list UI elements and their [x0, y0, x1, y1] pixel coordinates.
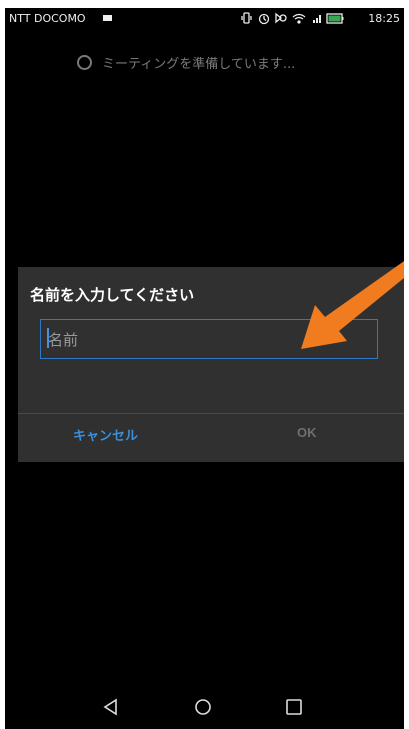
clock: 18:25: [368, 12, 400, 25]
status-icons: [241, 12, 344, 25]
cancel-button[interactable]: キャンセル: [73, 425, 138, 444]
home-icon[interactable]: [193, 697, 213, 717]
phone-screen: NTT DOCOMO 18:25 ミーティングを準備しています... 名前を入力…: [5, 8, 404, 729]
status-bar: NTT DOCOMO 18:25: [5, 8, 404, 28]
back-icon[interactable]: [101, 697, 121, 717]
loading-text: ミーティングを準備しています...: [102, 57, 296, 72]
text-caret: [47, 328, 49, 348]
dialog-title: 名前を入力してください: [30, 286, 195, 304]
nfc-icon: [275, 12, 287, 24]
signal-icon: [313, 15, 321, 23]
video-icon: [103, 15, 112, 21]
battery-icon: [326, 13, 344, 24]
dialog-divider: [18, 413, 404, 414]
loading-indicator: ミーティングを準備しています...: [77, 53, 295, 72]
name-input-placeholder: 名前: [48, 331, 79, 349]
ok-button[interactable]: OK: [297, 425, 317, 440]
vibrate-icon: [241, 12, 252, 24]
alarm-icon: [258, 13, 270, 25]
recent-apps-icon[interactable]: [284, 697, 304, 717]
arrow-icon: [301, 261, 404, 349]
carrier-label: NTT DOCOMO: [9, 12, 86, 25]
spinner-icon: [77, 55, 92, 70]
navigation-bar: [5, 684, 404, 729]
wifi-icon: [292, 13, 306, 24]
